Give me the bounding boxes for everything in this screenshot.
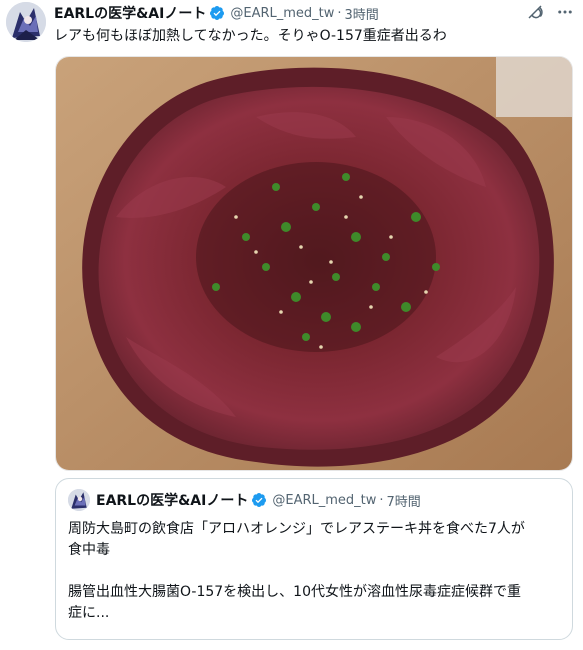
timestamp[interactable]: 3時間 — [345, 4, 379, 23]
verified-badge-icon — [210, 6, 225, 20]
cartoon-character-avatar-icon — [6, 2, 46, 42]
quoted-text-line — [68, 561, 564, 582]
more-options-button[interactable] — [555, 2, 575, 22]
quoted-text: 周防大島町の飲食店「アロハオレンジ」でレアステーキ丼を食べた7人が 食中毒 腸管… — [68, 519, 564, 624]
more-options-icon — [558, 10, 572, 14]
photo-icon — [56, 57, 572, 470]
quoted-display-name: EARLの医学&AIノート — [96, 493, 249, 509]
tweet[interactable]: EARLの医学&AIノート @EARL_med_tw · 3時間 レアも何もほぼ… — [0, 0, 583, 650]
display-name[interactable]: EARLの医学&AIノート — [54, 3, 206, 23]
tweet-photo[interactable] — [55, 56, 573, 471]
tweet-text: レアも何もほぼ加熱してなかった。そりゃO-157重症者出るわ — [54, 28, 447, 44]
grok-button[interactable] — [525, 2, 545, 22]
separator-dot: · — [337, 5, 342, 21]
quoted-text-line: 症に... — [68, 605, 110, 621]
cartoon-character-avatar-icon — [68, 489, 90, 511]
quoted-text-line: 食中毒 — [68, 542, 110, 558]
quoted-text-line: 腸管出血性大腸菌O-157を検出し、10代女性が溶血性尿毒症症候群で重 — [68, 584, 521, 600]
tweet-header: EARLの医学&AIノート @EARL_med_tw · 3時間 — [54, 3, 379, 23]
avatar[interactable] — [6, 2, 46, 42]
quoted-header: EARLの医学&AIノート @EARL_med_tw · 7時間 — [96, 490, 421, 510]
quoted-text-line: 周防大島町の飲食店「アロハオレンジ」でレアステーキ丼を食べた7人が — [68, 521, 525, 537]
separator-dot: · — [379, 492, 384, 508]
grok-icon — [528, 5, 543, 19]
tweet-actions — [525, 2, 575, 22]
quoted-timestamp: 7時間 — [386, 494, 421, 510]
quoted-avatar[interactable] — [68, 489, 90, 511]
quoted-handle: @EARL_med_tw — [272, 492, 377, 508]
handle[interactable]: @EARL_med_tw — [230, 6, 334, 21]
verified-badge-icon — [252, 493, 267, 507]
quoted-tweet[interactable]: EARLの医学&AIノート @EARL_med_tw · 7時間 周防大島町の飲… — [55, 478, 573, 640]
